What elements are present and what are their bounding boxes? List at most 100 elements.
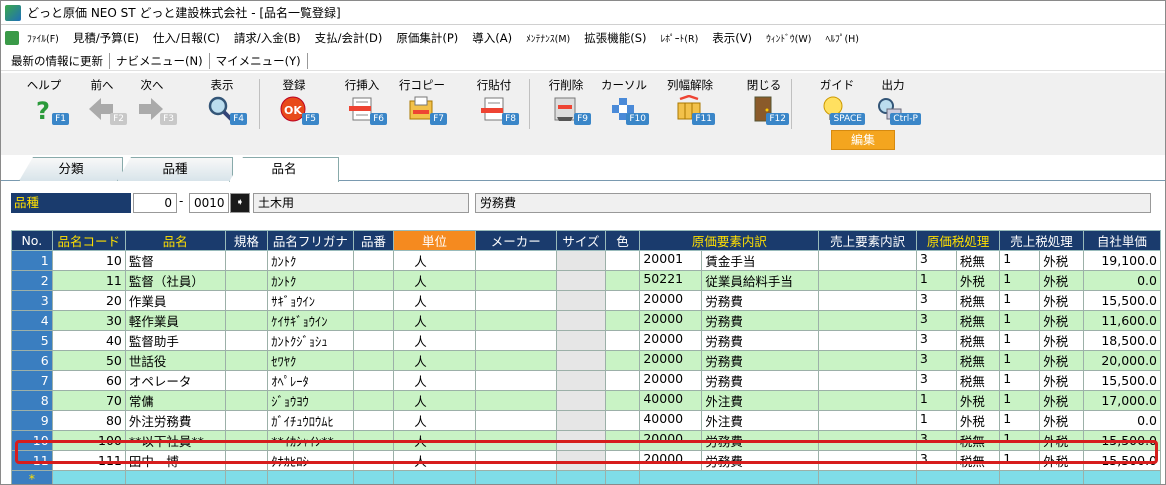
item-name-cell[interactable]: 監督助手 <box>124 330 226 351</box>
size-cell[interactable] <box>555 430 606 451</box>
item-name-cell[interactable]: 田中 博 <box>124 450 226 471</box>
link-0[interactable]: 最新の情報に更新 <box>5 52 110 69</box>
sales-tax-cell[interactable]: 1 外税 <box>999 270 1084 291</box>
cost-element-cell[interactable]: 20000 労務費 <box>639 330 820 351</box>
maker-cell[interactable] <box>474 290 557 311</box>
cost-element-cell[interactable]: 20000 労務費 <box>639 310 820 331</box>
sales-element-cell[interactable] <box>818 270 917 291</box>
maker-cell[interactable] <box>474 350 557 371</box>
toolbar-button-8[interactable]: 行削除 F9 <box>541 77 591 129</box>
cost-tax-cell[interactable]: 3 税無 <box>915 330 1001 351</box>
sales-element-cell[interactable] <box>818 430 917 451</box>
cost-element-cell[interactable]: 40000 外注費 <box>639 390 820 411</box>
sales-tax-cell[interactable]: 1 外税 <box>999 410 1084 431</box>
toolbar-button-6[interactable]: 行コピー F7 <box>397 77 447 129</box>
unit-cell[interactable]: 人 <box>393 350 476 371</box>
row-number[interactable]: 6 <box>11 350 53 371</box>
item-code-cell[interactable]: 30 <box>51 310 126 331</box>
unit-cell[interactable]: 人 <box>393 390 476 411</box>
item-code-cell[interactable]: 60 <box>51 370 126 391</box>
cost-tax-cell[interactable]: 1 外税 <box>915 270 1001 291</box>
cost-tax-cell[interactable]: 3 税無 <box>915 430 1001 451</box>
part-number-cell[interactable] <box>352 410 395 431</box>
spec-cell[interactable] <box>224 350 269 371</box>
kana-cell[interactable]: ﾀﾅｶﾋﾛｼ <box>267 450 354 471</box>
column-header-14[interactable]: 自社単価 <box>1082 230 1162 251</box>
item-code-cell[interactable]: 11 <box>51 270 126 291</box>
part-number-cell[interactable] <box>352 310 395 331</box>
toolbar-button-1[interactable]: 前へ F2 <box>77 77 127 129</box>
unit-cell[interactable]: 人 <box>393 410 476 431</box>
tab-2[interactable]: 品名 <box>229 157 339 182</box>
item-name-cell[interactable]: 世話役 <box>124 350 226 371</box>
column-header-1[interactable]: 品名コード <box>51 230 126 251</box>
row-number[interactable]: 4 <box>11 310 53 331</box>
cost-tax-cell[interactable]: 1 外税 <box>915 390 1001 411</box>
cost-tax-cell[interactable]: 3 税無 <box>915 250 1001 271</box>
cost-tax-cell[interactable]: 3 税無 <box>915 450 1001 471</box>
sales-tax-cell[interactable]: 1 外税 <box>999 290 1084 311</box>
kana-cell[interactable]: ｶﾝﾄｸｼﾞｮｼｭ <box>267 330 354 351</box>
maker-cell[interactable] <box>474 370 557 391</box>
sales-element-cell[interactable] <box>818 410 917 431</box>
filter-to-input[interactable]: 0010 <box>189 193 229 213</box>
part-number-cell[interactable] <box>352 270 395 291</box>
spec-cell[interactable] <box>224 290 269 311</box>
row-number[interactable]: 8 <box>11 390 53 411</box>
part-number-cell[interactable] <box>352 450 395 471</box>
color-cell[interactable] <box>604 390 641 411</box>
item-code-cell[interactable]: 80 <box>51 410 126 431</box>
part-number-cell[interactable] <box>352 430 395 451</box>
unit-cell[interactable]: 人 <box>393 370 476 391</box>
toolbar-button-7[interactable]: 行貼付 F8 <box>469 77 519 129</box>
kana-cell[interactable]: ｵﾍﾟﾚｰﾀ <box>267 370 354 391</box>
toolbar-button-10[interactable]: 列幅解除 F11 <box>665 77 715 129</box>
cost-element-cell[interactable]: 20000 労務費 <box>639 350 820 371</box>
new-row-cell[interactable] <box>604 470 641 484</box>
column-header-3[interactable]: 規格 <box>224 230 269 251</box>
unit-cell[interactable]: 人 <box>393 250 476 271</box>
link-1[interactable]: ナビメニュー(N) <box>110 52 210 69</box>
cost-tax-cell[interactable]: 3 税無 <box>915 290 1001 311</box>
toolbar-button-0[interactable]: ヘルプ? F1 <box>19 77 69 129</box>
new-row-cell[interactable] <box>555 470 606 484</box>
color-cell[interactable] <box>604 330 641 351</box>
sales-tax-cell[interactable]: 1 外税 <box>999 250 1084 271</box>
unit-cell[interactable]: 人 <box>393 430 476 451</box>
part-number-cell[interactable] <box>352 350 395 371</box>
item-name-cell[interactable]: 監督 <box>124 250 226 271</box>
new-row-cell[interactable] <box>474 470 557 484</box>
kana-cell[interactable]: ｼﾞｮｳﾖｳ <box>267 390 354 411</box>
spec-cell[interactable] <box>224 390 269 411</box>
sales-element-cell[interactable] <box>818 370 917 391</box>
cost-tax-cell[interactable]: 1 外税 <box>915 410 1001 431</box>
sales-element-cell[interactable] <box>818 310 917 331</box>
maker-cell[interactable] <box>474 310 557 331</box>
menu-item-12[interactable]: ﾍﾙﾌﾟ(H) <box>825 31 859 45</box>
new-entry-row[interactable]: * <box>11 470 1162 484</box>
spec-cell[interactable] <box>224 410 269 431</box>
cost-element-cell[interactable]: 20000 労務費 <box>639 430 820 451</box>
toolbar-button-5[interactable]: 行挿入 F6 <box>337 77 387 129</box>
column-header-9[interactable]: 色 <box>604 230 641 251</box>
maker-cell[interactable] <box>474 390 557 411</box>
table-row[interactable]: 2 11 監督（社員） ｶﾝﾄｸ人 50221 従業員給料手当 1 外税 1 外税 0.0 <box>11 270 1162 291</box>
unit-price-cell[interactable]: 0.0 <box>1082 410 1162 431</box>
size-cell[interactable] <box>555 330 606 351</box>
item-name-cell[interactable]: **以下社員** <box>124 430 226 451</box>
item-name-cell[interactable]: オペレータ <box>124 370 226 391</box>
size-cell[interactable] <box>555 350 606 371</box>
color-cell[interactable] <box>604 370 641 391</box>
tab-1[interactable]: 品種 <box>117 157 233 181</box>
row-number[interactable]: 5 <box>11 330 53 351</box>
size-cell[interactable] <box>555 450 606 471</box>
new-row-cell[interactable] <box>224 470 269 484</box>
sales-element-cell[interactable] <box>818 250 917 271</box>
menu-item-11[interactable]: ｳｨﾝﾄﾞｳ(W) <box>766 31 811 45</box>
cost-element-cell[interactable]: 20001 賃金手当 <box>639 250 820 271</box>
unit-price-cell[interactable]: 20,000.0 <box>1082 350 1162 371</box>
item-code-cell[interactable]: 10 <box>51 250 126 271</box>
color-cell[interactable] <box>604 250 641 271</box>
color-cell[interactable] <box>604 450 641 471</box>
sales-tax-cell[interactable]: 1 外税 <box>999 430 1084 451</box>
